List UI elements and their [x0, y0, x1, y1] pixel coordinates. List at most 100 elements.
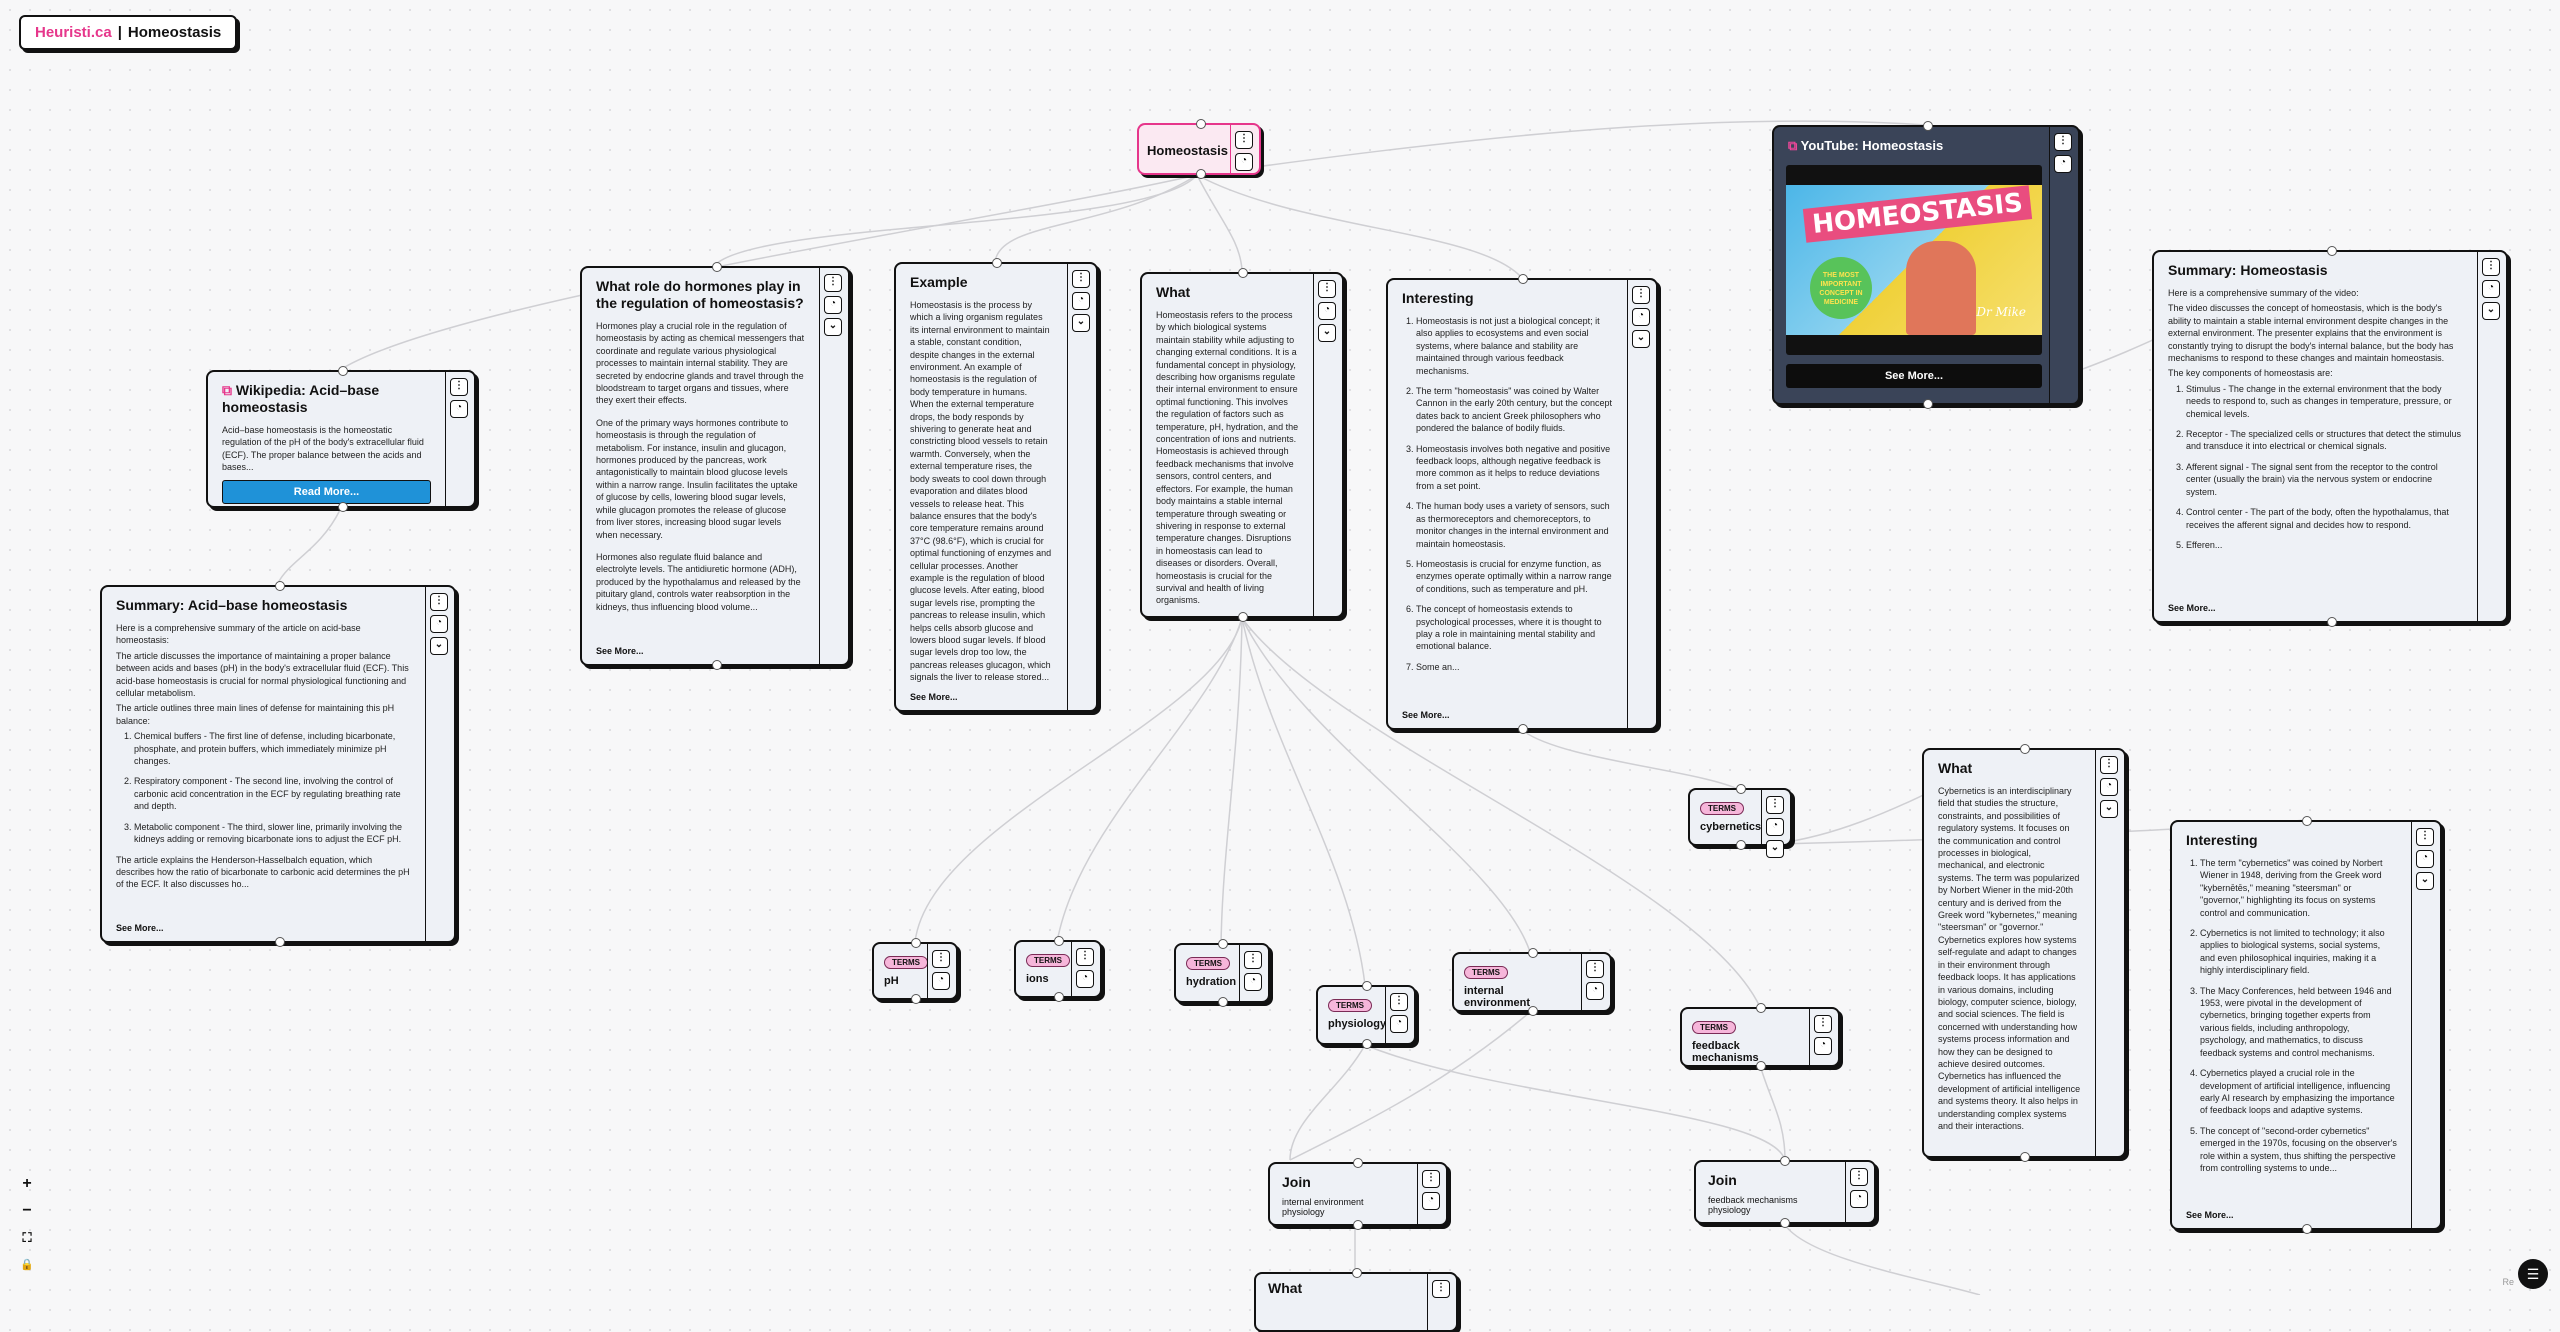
edge — [1521, 729, 1741, 791]
term-node-ions[interactable]: TERMS ions ⋮ ◔ — [1014, 936, 1102, 1002]
collapse-icon[interactable]: ⌄ — [824, 318, 842, 336]
see-more-link[interactable]: See More... — [116, 923, 164, 933]
node-what[interactable]: What Homeostasis refers to the process b… — [1140, 268, 1344, 622]
more-options-icon[interactable]: ⋮ — [1244, 951, 1262, 969]
node-text: Acid–base homeostasis is the homeostatic… — [222, 425, 424, 473]
ai-icon[interactable]: ◔ — [932, 972, 950, 990]
term-node-cybernetics[interactable]: TERMS cybernetics ⋮ ◔ ⌄ — [1688, 784, 1792, 858]
ai-icon[interactable]: ◔ — [1850, 1190, 1868, 1208]
term-name: hydration — [1186, 976, 1237, 988]
lock-button[interactable]: 🔒 — [16, 1254, 38, 1276]
ai-icon[interactable]: ◔ — [2482, 280, 2500, 298]
collapse-icon[interactable]: ⌄ — [1318, 324, 1336, 342]
edge — [714, 174, 1198, 266]
collapse-icon[interactable]: ⌄ — [2416, 872, 2434, 890]
ai-icon[interactable]: ◔ — [2416, 850, 2434, 868]
node-summary-acid-base[interactable]: Summary: Acid–base homeostasis Here is a… — [100, 581, 456, 947]
more-options-icon[interactable]: ⋮ — [1235, 131, 1253, 149]
term-node-ph[interactable]: TERMS pH ⋮ ◔ — [872, 938, 958, 1004]
term-node-hydration[interactable]: TERMS hydration ⋮ ◔ — [1174, 939, 1270, 1007]
interesting-list: Homeostasis is not just a biological con… — [1402, 315, 1613, 673]
more-options-icon[interactable]: ⋮ — [2482, 258, 2500, 276]
see-more-link[interactable]: See More... — [910, 692, 958, 702]
term-node-internal-environment[interactable]: TERMS internal environment ⋮ ◔ — [1452, 948, 1612, 1016]
node-cybernetics-interesting[interactable]: Interesting The term "cybernetics" was c… — [2170, 816, 2442, 1234]
list-item: Metabolic component - The third, slower … — [134, 821, 411, 846]
root-node-homeostasis[interactable]: Homeostasis ⋮ ◔ — [1137, 119, 1261, 179]
list-item: Cybernetics played a crucial role in the… — [2200, 1067, 2397, 1117]
presenter-figure — [1906, 241, 1976, 335]
ai-icon[interactable]: ◔ — [1814, 1037, 1832, 1055]
ai-icon[interactable]: ◔ — [1586, 982, 1604, 1000]
node-join-internal-physiology[interactable]: Join internal environment physiology ⋮ ◔ — [1268, 1158, 1448, 1230]
more-options-icon[interactable]: ⋮ — [430, 593, 448, 611]
node-hormones-question[interactable]: What role do hormones play in the regula… — [580, 262, 850, 670]
ai-icon[interactable]: ◔ — [2100, 778, 2118, 796]
term-node-physiology[interactable]: TERMS physiology ⋮ ◔ — [1316, 981, 1416, 1049]
attribution[interactable]: Re — [2502, 1277, 2514, 1287]
see-more-link[interactable]: See More... — [1402, 710, 1450, 720]
more-options-icon[interactable]: ⋮ — [1586, 960, 1604, 978]
menu-button[interactable]: ☰ — [2518, 1259, 2548, 1289]
list-item: The human body uses a variety of sensors… — [1416, 500, 1613, 550]
more-options-icon[interactable]: ⋮ — [450, 378, 468, 396]
more-options-icon[interactable]: ⋮ — [1390, 993, 1408, 1011]
node-wikipedia-acid-base[interactable]: ⧉ Wikipedia: Acid–base homeostasis Acid–… — [206, 366, 476, 512]
terms-badge: TERMS — [1700, 802, 1744, 815]
ai-icon[interactable]: ◔ — [1318, 302, 1336, 320]
node-youtube-video[interactable]: ⧉ YouTube: Homeostasis HOMEOSTASIS THE M… — [1772, 121, 2080, 409]
collapse-icon[interactable]: ⌄ — [1766, 840, 1784, 858]
node-what-bottom[interactable]: What ⋮ — [1254, 1268, 1458, 1332]
node-example[interactable]: Example Homeostasis is the process by wh… — [894, 258, 1098, 712]
more-options-icon[interactable]: ⋮ — [1432, 1280, 1450, 1298]
more-options-icon[interactable]: ⋮ — [1072, 270, 1090, 288]
ai-icon[interactable]: ◔ — [824, 296, 842, 314]
ai-icon[interactable]: ◔ — [1632, 308, 1650, 326]
more-options-icon[interactable]: ⋮ — [1850, 1168, 1868, 1186]
node-paragraph: Hormones play a crucial role in the regu… — [596, 321, 805, 406]
read-more-button[interactable]: Read More... — [222, 479, 431, 504]
ai-icon[interactable]: ◔ — [1390, 1015, 1408, 1033]
ai-icon[interactable]: ◔ — [1235, 153, 1253, 171]
ai-icon[interactable]: ◔ — [430, 615, 448, 633]
ai-icon[interactable]: ◔ — [1766, 818, 1784, 836]
see-more-link[interactable]: See More... — [2186, 1210, 2234, 1220]
more-options-icon[interactable]: ⋮ — [932, 950, 950, 968]
brand-title-box[interactable]: Heuristi.ca | Homeostasis — [19, 15, 238, 50]
more-options-icon[interactable]: ⋮ — [1766, 796, 1784, 814]
see-more-link[interactable]: See More... — [596, 646, 644, 656]
ai-icon[interactable]: ◔ — [1072, 292, 1090, 310]
node-join-feedback-physiology[interactable]: Join feedback mechanisms physiology ⋮ ◔ — [1694, 1156, 1876, 1228]
collapse-icon[interactable]: ⌄ — [2482, 302, 2500, 320]
video-thumbnail[interactable]: HOMEOSTASIS THE MOST IMPORTANT CONCEPT I… — [1786, 165, 2042, 355]
more-options-icon[interactable]: ⋮ — [1814, 1015, 1832, 1033]
more-options-icon[interactable]: ⋮ — [1076, 948, 1094, 966]
ai-icon[interactable]: ◔ — [450, 400, 468, 418]
ai-icon[interactable]: ◔ — [1076, 970, 1094, 988]
node-interesting[interactable]: Interesting Homeostasis is not just a bi… — [1386, 274, 1658, 734]
zoom-out-button[interactable]: − — [16, 1200, 38, 1222]
more-options-icon[interactable]: ⋮ — [1632, 286, 1650, 304]
more-options-icon[interactable]: ⋮ — [824, 274, 842, 292]
ai-icon[interactable]: ◔ — [1422, 1192, 1440, 1210]
see-more-button[interactable]: See More... — [1786, 364, 2042, 388]
node-cybernetics-what[interactable]: What Cybernetics is an interdisciplinary… — [1922, 744, 2126, 1162]
fit-view-button[interactable]: ⛶ — [16, 1227, 38, 1249]
collapse-icon[interactable]: ⌄ — [2100, 800, 2118, 818]
more-options-icon[interactable]: ⋮ — [2416, 828, 2434, 846]
more-options-icon[interactable]: ⋮ — [2054, 133, 2072, 151]
zoom-in-button[interactable]: + — [16, 1173, 38, 1195]
ai-icon[interactable]: ◔ — [2054, 155, 2072, 173]
ai-icon[interactable]: ◔ — [1244, 973, 1262, 991]
see-more-link[interactable]: See More... — [2168, 603, 2216, 613]
node-paragraph: One of the primary ways hormones contrib… — [596, 417, 798, 540]
collapse-icon[interactable]: ⌄ — [430, 637, 448, 655]
site-name[interactable]: Heuristi.ca — [35, 24, 112, 41]
more-options-icon[interactable]: ⋮ — [1422, 1170, 1440, 1188]
term-node-feedback-mechanisms[interactable]: TERMS feedback mechanisms ⋮ ◔ — [1680, 1003, 1840, 1071]
more-options-icon[interactable]: ⋮ — [2100, 756, 2118, 774]
collapse-icon[interactable]: ⌄ — [1072, 314, 1090, 332]
more-options-icon[interactable]: ⋮ — [1318, 280, 1336, 298]
collapse-icon[interactable]: ⌄ — [1632, 330, 1650, 348]
node-summary-homeostasis[interactable]: Summary: Homeostasis Here is a comprehen… — [2152, 246, 2508, 627]
